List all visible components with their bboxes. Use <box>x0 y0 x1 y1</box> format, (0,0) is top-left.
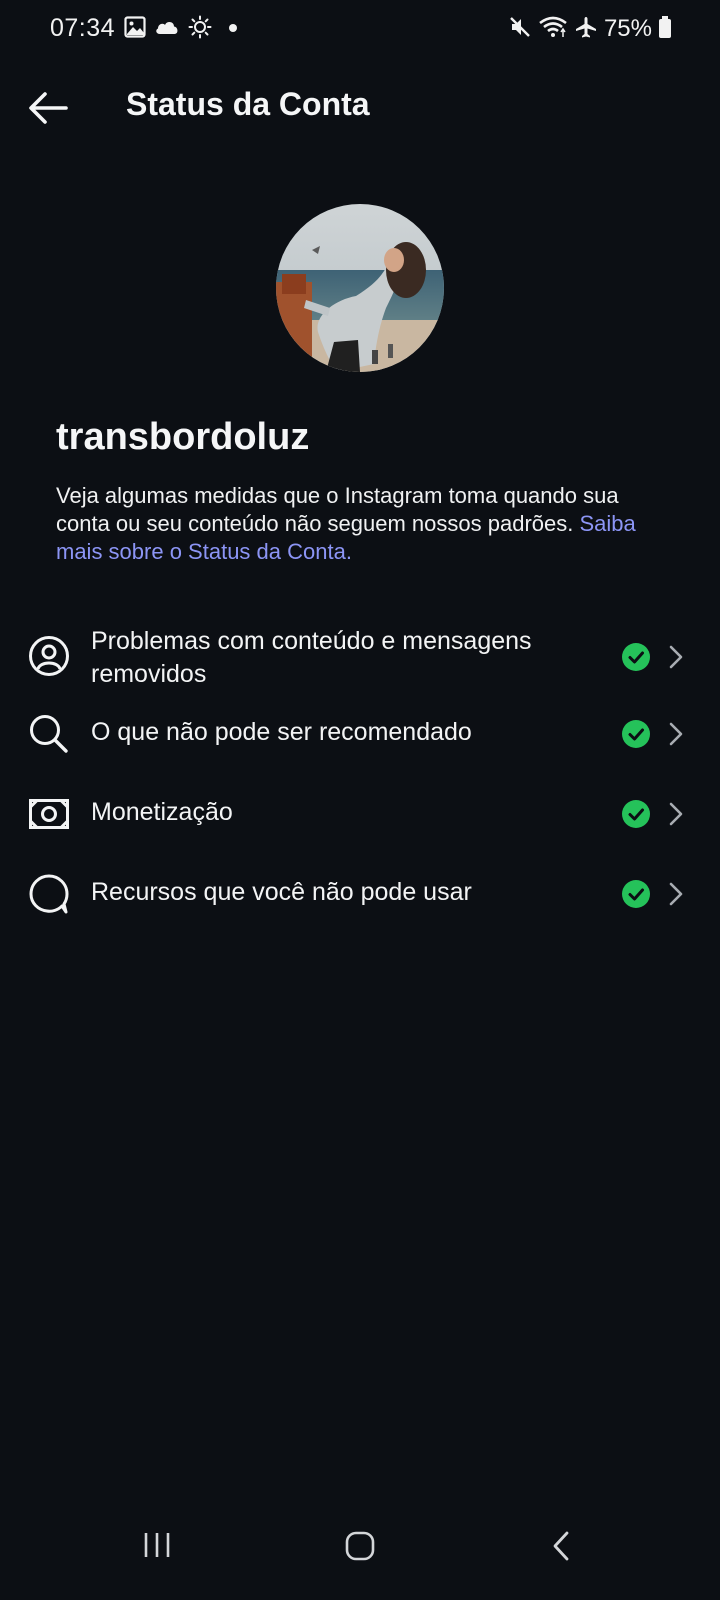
back-icon[interactable] <box>550 1530 572 1567</box>
money-icon <box>28 793 70 835</box>
description-text: Veja algumas medidas que o Instagram tom… <box>56 483 619 536</box>
back-arrow-icon <box>26 92 72 132</box>
cloud-icon <box>154 17 180 42</box>
mute-icon <box>508 15 532 44</box>
nav-bar <box>0 1510 720 1600</box>
avatar[interactable] <box>276 204 444 372</box>
airplane-icon <box>574 15 598 44</box>
status-description: Veja algumas medidas que o Instagram tom… <box>56 482 676 566</box>
status-list: Problemas com conteúdo e mensagens remov… <box>0 625 720 953</box>
user-circle-icon <box>28 635 70 677</box>
list-item-label: Monetização <box>91 798 233 826</box>
wifi-icon <box>538 15 568 44</box>
home-icon[interactable] <box>344 1530 376 1567</box>
image-icon <box>124 15 146 43</box>
check-icon <box>622 720 650 748</box>
list-item-label: Recursos que você não pode usar <box>91 878 472 906</box>
list-item-monetization[interactable]: Monetização <box>0 793 720 873</box>
list-item-restricted-features[interactable]: Recursos que você não pode usar <box>0 873 720 953</box>
status-time: 07:34 <box>50 14 116 42</box>
battery-percent: 75% <box>603 15 652 42</box>
page-title: Status da Conta <box>126 86 370 122</box>
list-item-label: Problemas com conteúdo e mensagens remov… <box>91 627 532 688</box>
search-icon <box>28 713 70 755</box>
dot-icon <box>228 20 238 38</box>
back-button[interactable] <box>26 88 72 128</box>
list-item-label: O que não pode ser recomendado <box>91 718 472 746</box>
chevron-right-icon <box>668 644 684 670</box>
check-icon <box>622 880 650 908</box>
status-left-icons <box>124 15 238 44</box>
recent-apps-icon[interactable] <box>142 1530 172 1565</box>
status-bar: 07:34 75% <box>0 0 720 58</box>
header: Status da Conta <box>0 70 720 150</box>
sun-icon <box>188 15 212 44</box>
chevron-right-icon <box>668 721 684 747</box>
battery-icon <box>658 15 672 44</box>
check-icon <box>622 643 650 671</box>
check-icon <box>622 800 650 828</box>
chevron-right-icon <box>668 801 684 827</box>
list-item-removed-content[interactable]: Problemas com conteúdo e mensagens remov… <box>0 625 720 691</box>
status-right-icons: 75% <box>508 14 672 44</box>
username: transbordoluz <box>56 416 310 458</box>
chevron-right-icon <box>668 881 684 907</box>
list-item-not-recommended[interactable]: O que não pode ser recomendado <box>0 713 720 793</box>
chat-bubble-icon <box>28 873 70 915</box>
